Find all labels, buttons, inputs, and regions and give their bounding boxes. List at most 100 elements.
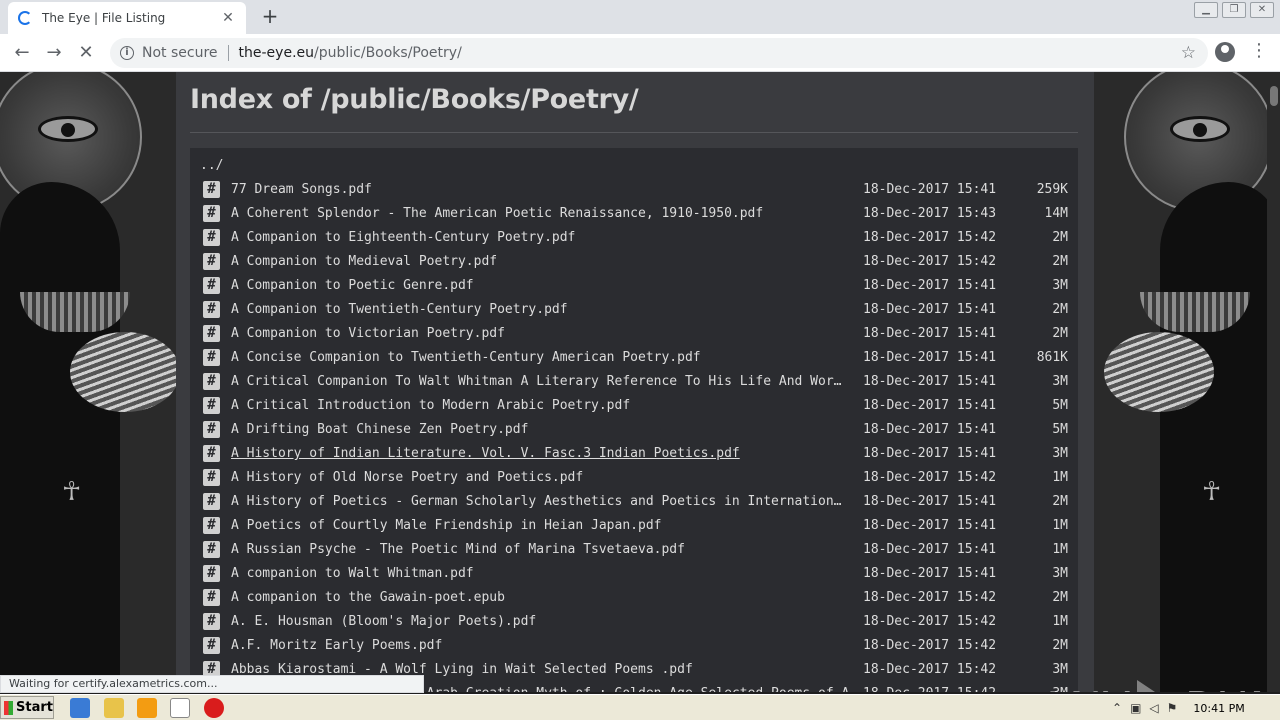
file-date: 18-Dec-2017 15:41 <box>863 518 997 533</box>
file-link[interactable]: A companion to Walt Whitman.pdf <box>231 566 859 581</box>
browser-toolbar: ← → ✕ i Not secure the-eye.eu /public/Bo… <box>0 34 1280 72</box>
minimize-button[interactable]: ▁ <box>1194 2 1218 18</box>
hash-icon[interactable]: # <box>203 301 220 318</box>
hash-icon[interactable]: # <box>203 613 220 630</box>
chrome-icon[interactable] <box>170 698 190 718</box>
folder-icon[interactable] <box>104 698 124 718</box>
file-link[interactable]: A Russian Psyche - The Poetic Mind of Ma… <box>231 542 859 557</box>
menu-icon[interactable]: ⋮ <box>1250 40 1268 61</box>
file-link[interactable]: A.F. Moritz Early Poems.pdf <box>231 638 859 653</box>
hash-icon[interactable]: # <box>203 445 220 462</box>
address-bar[interactable]: i Not secure the-eye.eu /public/Books/Po… <box>110 38 1208 68</box>
ankh-icon: ☥ <box>62 477 82 507</box>
hash-icon[interactable]: # <box>203 469 220 486</box>
file-link[interactable]: A Critical Companion To Walt Whitman A L… <box>231 374 859 389</box>
file-link[interactable]: A History of Poetics - German Scholarly … <box>231 494 859 509</box>
file-link[interactable]: A Concise Companion to Twentieth-Century… <box>231 350 859 365</box>
file-link[interactable]: A Companion to Eighteenth-Century Poetry… <box>231 230 859 245</box>
hash-icon[interactable]: # <box>203 373 220 390</box>
file-date: 18-Dec-2017 15:41 <box>863 326 997 341</box>
file-link[interactable]: A History of Indian Literature. Vol. V. … <box>231 446 859 461</box>
file-link[interactable]: A Poetics of Courtly Male Friendship in … <box>231 518 859 533</box>
volume-icon[interactable]: ◁ <box>1149 701 1158 715</box>
maximize-button[interactable]: ❐ <box>1222 2 1246 18</box>
start-button[interactable]: Start <box>0 696 54 719</box>
file-index-panel: Index of /public/Books/Poetry/ ../ #77 D… <box>176 72 1094 692</box>
file-date: 18-Dec-2017 15:42 <box>863 254 997 269</box>
alert-icon[interactable] <box>204 698 224 718</box>
file-row: # A Companion to Poetic Genre.pdf 18-Dec-2… <box>190 274 1078 298</box>
file-size: 3M <box>1052 662 1068 677</box>
file-size: 259K <box>1036 182 1068 197</box>
info-icon[interactable]: i <box>120 46 134 60</box>
file-date: 18-Dec-2017 15:41 <box>863 182 997 197</box>
scroll-thumb[interactable] <box>1270 86 1278 106</box>
hash-icon[interactable]: # <box>203 493 220 510</box>
hash-icon[interactable]: # <box>203 421 220 438</box>
file-link[interactable]: A Critical Introduction to Modern Arabic… <box>231 398 859 413</box>
file-size: 1M <box>1052 542 1068 557</box>
file-link[interactable]: A companion to the Gawain-poet.epub <box>231 590 859 605</box>
file-size: 2M <box>1052 230 1068 245</box>
close-window-button[interactable]: ✕ <box>1250 2 1274 18</box>
file-link[interactable]: A Coherent Splendor - The American Poeti… <box>231 206 859 221</box>
hash-icon[interactable]: # <box>203 229 220 246</box>
hash-icon[interactable]: # <box>203 349 220 366</box>
tray-expand-icon[interactable]: ⌃ <box>1112 701 1122 715</box>
hash-icon[interactable]: # <box>203 637 220 654</box>
star-icon[interactable]: ☆ <box>1181 43 1196 63</box>
file-date: 18-Dec-2017 15:41 <box>863 542 997 557</box>
file-row: # A Drifting Boat Chinese Zen Poetry.pdf 1… <box>190 418 1078 442</box>
flag-icon[interactable]: ⚑ <box>1167 701 1178 715</box>
file-size: 5M <box>1052 422 1068 437</box>
new-tab-button[interactable]: + <box>258 5 282 29</box>
file-date: 18-Dec-2017 15:41 <box>863 446 997 461</box>
hash-icon[interactable]: # <box>203 565 220 582</box>
taskbar: Start ⌃ ▣ ◁ ⚑ 10:41 PM <box>0 694 1280 720</box>
back-arrow-icon[interactable]: ← <box>10 41 34 65</box>
file-link[interactable]: A Companion to Poetic Genre.pdf <box>231 278 859 293</box>
media-player-icon[interactable] <box>137 698 157 718</box>
watermark-text: ANY <box>1038 683 1131 693</box>
hash-icon[interactable]: # <box>203 589 220 606</box>
ie-icon[interactable] <box>70 698 90 718</box>
loading-spinner-icon <box>18 11 32 25</box>
file-link[interactable]: A Drifting Boat Chinese Zen Poetry.pdf <box>231 422 859 437</box>
hash-icon[interactable]: # <box>203 517 220 534</box>
file-date: 18-Dec-2017 15:42 <box>863 230 997 245</box>
network-icon[interactable]: ▣ <box>1130 701 1141 715</box>
hash-icon[interactable]: # <box>203 397 220 414</box>
url-path: /public/Books/Poetry/ <box>314 45 462 61</box>
file-date: 18-Dec-2017 15:41 <box>863 350 997 365</box>
play-logo-icon <box>1136 680 1179 692</box>
file-size: 3M <box>1052 446 1068 461</box>
close-tab-icon[interactable]: ✕ <box>220 10 236 26</box>
file-date: 18-Dec-2017 15:42 <box>863 638 997 653</box>
file-link[interactable]: 77 Dream Songs.pdf <box>231 182 859 197</box>
hash-icon[interactable]: # <box>203 541 220 558</box>
hash-icon[interactable]: # <box>203 277 220 294</box>
window-controls: ▁ ❐ ✕ <box>1194 2 1274 18</box>
file-link[interactable]: A Companion to Twentieth-Century Poetry.… <box>231 302 859 317</box>
hash-icon[interactable]: # <box>203 253 220 270</box>
forward-arrow-icon[interactable]: → <box>42 41 66 65</box>
stop-icon[interactable]: ✕ <box>74 41 98 65</box>
account-icon[interactable] <box>1215 42 1235 62</box>
file-link[interactable]: A Companion to Medieval Poetry.pdf <box>231 254 859 269</box>
file-date: 18-Dec-2017 15:42 <box>863 662 997 677</box>
file-size: 861K <box>1036 350 1068 365</box>
divider <box>190 132 1078 133</box>
not-secure-label: Not secure <box>142 45 218 61</box>
hash-icon[interactable]: # <box>203 205 220 222</box>
hash-icon[interactable]: # <box>203 325 220 342</box>
hash-icon[interactable]: # <box>203 181 220 198</box>
file-link[interactable]: A Companion to Victorian Poetry.pdf <box>231 326 859 341</box>
file-link[interactable]: A. E. Housman (Bloom's Major Poets).pdf <box>231 614 859 629</box>
url-divider <box>227 45 229 61</box>
tab-the-eye[interactable]: The Eye | File Listing ✕ <box>8 2 246 34</box>
page-scrollbar[interactable] <box>1267 72 1280 692</box>
file-link[interactable]: A History of Old Norse Poetry and Poetic… <box>231 470 859 485</box>
parent-directory-link[interactable]: ../ <box>200 158 223 173</box>
wing-decoration <box>70 332 176 412</box>
file-row: # A History of Poetics - German Scholarly… <box>190 490 1078 514</box>
